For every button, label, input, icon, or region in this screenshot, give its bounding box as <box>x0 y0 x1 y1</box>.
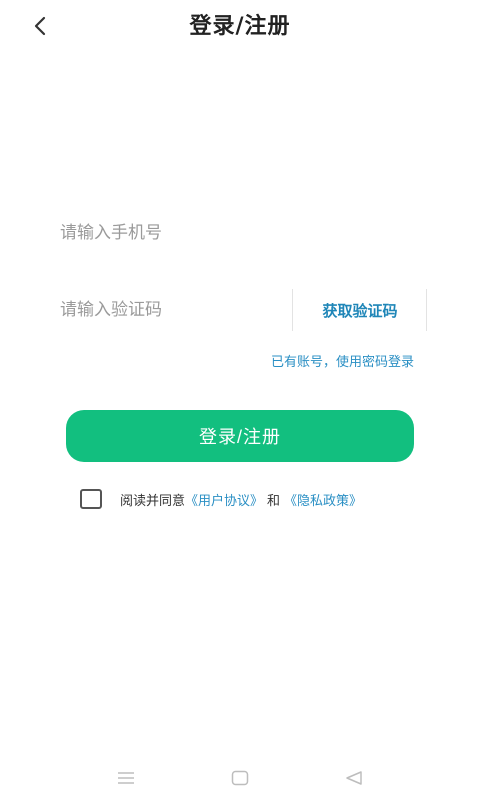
nav-home-button[interactable] <box>228 768 252 788</box>
agreement-and: 和 <box>267 493 281 509</box>
get-code-button[interactable]: 获取验证码 <box>300 289 420 331</box>
system-nav-bar <box>0 756 480 800</box>
login-register-button[interactable]: 登录/注册 <box>66 410 414 462</box>
password-login-link[interactable]: 已有账号，使用密码登录 <box>271 351 414 370</box>
code-right-divider <box>426 289 427 331</box>
code-field: 获取验证码 <box>60 289 430 331</box>
phone-field <box>60 212 430 254</box>
back-triangle-icon <box>346 771 362 785</box>
home-icon <box>231 770 249 786</box>
agreement-row: 阅读并同意 《用户协议》 和 《隐私政策》 <box>80 488 362 510</box>
user-agreement-link[interactable]: 《用户协议》 <box>185 490 263 509</box>
phone-input[interactable] <box>60 223 430 243</box>
header: 登录/注册 <box>0 0 480 50</box>
nav-menu-button[interactable] <box>114 768 138 788</box>
verification-code-input[interactable] <box>60 300 285 320</box>
code-divider <box>292 289 293 331</box>
nav-back-button[interactable] <box>342 768 366 788</box>
page-title: 登录/注册 <box>189 14 291 39</box>
login-register-screen: 登录/注册 获取验证码 已有账号，使用密码登录 登录/注册 阅读并同意 《用户协… <box>0 0 480 800</box>
privacy-policy-link[interactable]: 《隐私政策》 <box>284 490 362 509</box>
agreement-prefix: 阅读并同意 <box>120 493 186 509</box>
agreement-checkbox[interactable] <box>80 489 102 509</box>
menu-icon <box>118 772 134 784</box>
